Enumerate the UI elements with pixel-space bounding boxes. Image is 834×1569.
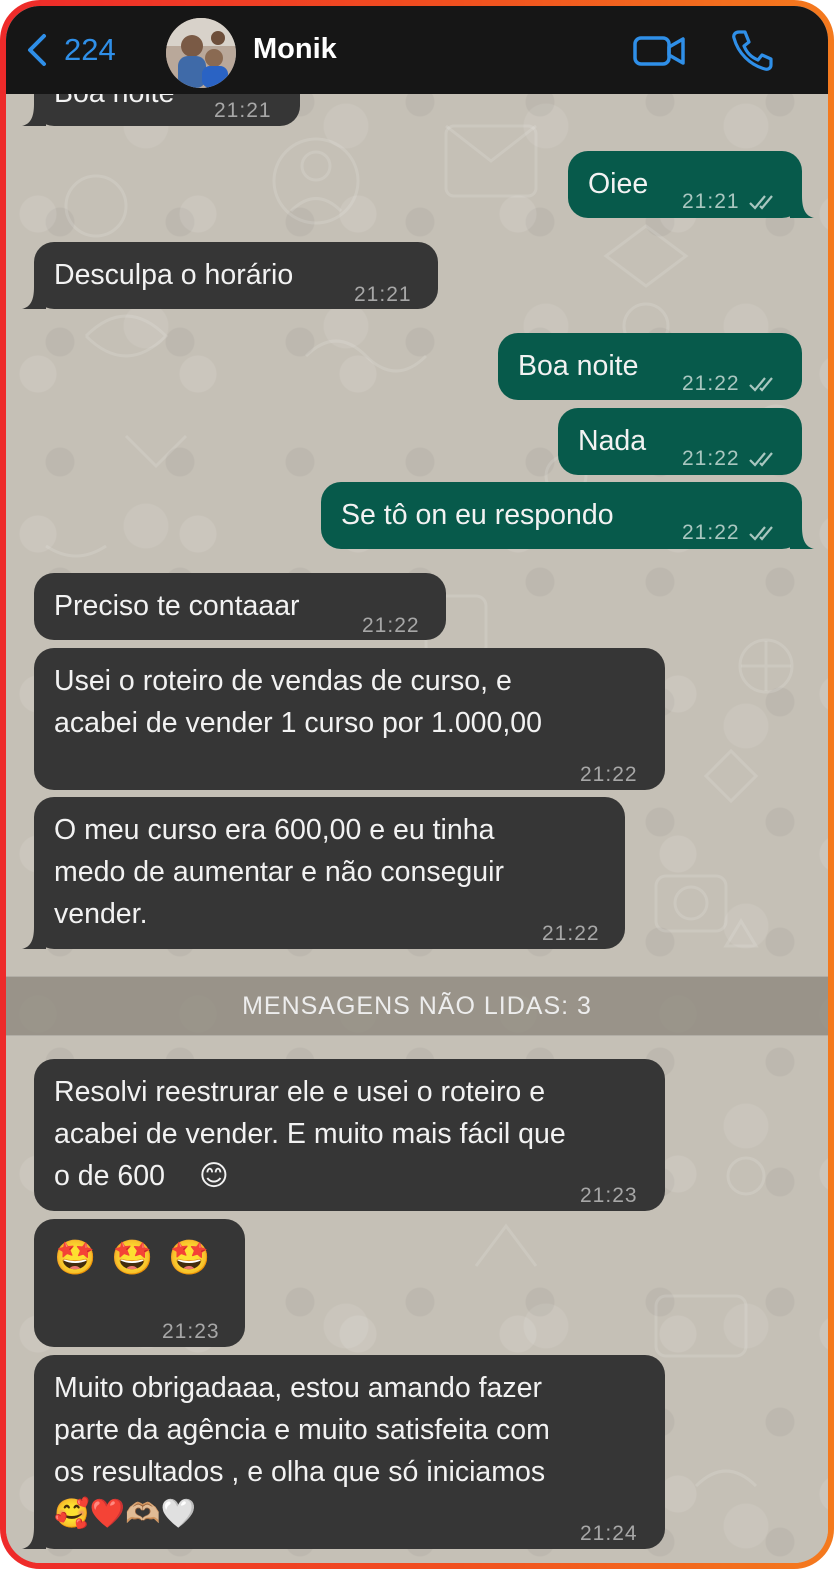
message-bubble-incoming[interactable]: Resolvi reestrurar ele e usei o roteiro … — [34, 1059, 665, 1211]
message-time: 21:22 — [682, 372, 740, 395]
contact-name[interactable]: Monik — [253, 33, 337, 66]
bubble-tail — [790, 196, 814, 218]
message-text: Boa noite — [518, 350, 639, 382]
back-button[interactable]: 224 — [26, 28, 116, 72]
message-meta: 21:21 — [682, 181, 778, 223]
message-bubble-outgoing[interactable]: Oiee 21:21 — [568, 151, 814, 218]
message-bubble-outgoing[interactable]: Boa noite 21:22 — [498, 333, 802, 400]
message-text-line: parte da agência e muito satisfeita com — [54, 1414, 550, 1446]
message-time: 21:22 — [362, 614, 420, 637]
message-bubble-incoming[interactable]: Desculpa o horário 21:21 — [22, 242, 438, 309]
message-time: 21:24 — [580, 1522, 638, 1545]
message-bubble-incoming[interactable]: Muito obrigadaaa, estou amando fazer par… — [22, 1355, 665, 1549]
message-text: Preciso te contaaar — [54, 590, 300, 622]
message-time: 21:22 — [580, 763, 638, 786]
double-check-icon — [748, 452, 773, 467]
double-check-icon — [748, 526, 773, 541]
message-bubble-incoming[interactable]: Usei o roteiro de vendas de curso, e aca… — [34, 648, 665, 790]
message-text-line: Usei o roteiro de vendas de curso, e — [54, 665, 512, 697]
message-text-line: vender. — [54, 898, 148, 930]
message-time: 21:23 — [580, 1184, 638, 1207]
message-text-line: acabei de vender. E muito mais fácil que — [54, 1118, 566, 1150]
star-struck-emoji-row: 🤩 🤩 🤩 — [54, 1238, 213, 1278]
message-meta: 21:22 — [682, 438, 778, 480]
message-bubble-outgoing[interactable]: Se tô on eu respondo 21:22 — [321, 482, 814, 549]
message-meta: 21:22 — [682, 363, 778, 405]
message-text-line: Muito obrigadaaa, estou amando fazer — [54, 1372, 542, 1404]
double-check-icon — [748, 377, 773, 392]
message-bubble-incoming[interactable]: O meu curso era 600,00 e eu tinha medo d… — [22, 797, 625, 949]
message-text-line: medo de aumentar e não conseguir — [54, 856, 504, 888]
message-text: Oiee — [588, 168, 649, 200]
device-frame: 224 Monik 21:21 Oiee 21:21 Desculpa o ho… — [0, 0, 834, 1569]
message-text: Nada — [578, 425, 647, 457]
message-time: 21:21 — [214, 99, 272, 122]
message-text-line: O meu curso era 600,00 e eu tinha — [54, 814, 495, 846]
message-time: 21:23 — [162, 1320, 220, 1343]
bubble-tail — [22, 1527, 46, 1549]
unread-messages-banner: MENSAGENS NÃO LIDAS: 3 — [6, 976, 828, 1036]
bubble-tail — [22, 927, 46, 949]
phone-icon[interactable] — [730, 28, 774, 72]
bubble-tail — [22, 104, 46, 126]
message-text-line: o de 600 — [54, 1160, 165, 1192]
chat-screen: 224 Monik 21:21 Oiee 21:21 Desculpa o ho… — [6, 6, 828, 1563]
bubble-tail — [22, 287, 46, 309]
smiling-face-emoji: 😊 — [199, 1159, 229, 1192]
message-bubble-incoming[interactable]: Preciso te contaaar 21:22 — [34, 573, 446, 640]
message-time: 21:21 — [354, 283, 412, 306]
message-time: 21:21 — [682, 190, 740, 213]
emoji-line: 🥰❤️🫶🏼🤍 — [54, 1497, 196, 1530]
avatar[interactable] — [166, 18, 236, 88]
message-text-line: os resultados , e olha que só iniciamos — [54, 1456, 546, 1488]
message-time: 21:22 — [682, 447, 740, 470]
message-text-line: Resolvi reestrurar ele e usei o roteiro … — [54, 1076, 546, 1108]
message-bubble-incoming[interactable]: 🤩 🤩 🤩 21:23 — [34, 1219, 245, 1347]
message-bubble-outgoing[interactable]: Nada 21:22 — [558, 408, 802, 475]
video-camera-icon[interactable] — [632, 33, 686, 69]
chevron-left-icon — [28, 34, 46, 66]
unread-chats-count: 224 — [64, 32, 116, 67]
message-time: 21:22 — [682, 521, 740, 544]
message-time: 21:22 — [542, 922, 600, 945]
message-text: Se tô on eu respondo — [341, 499, 614, 531]
message-text-line: acabei de vender 1 curso por 1.000,00 — [54, 707, 543, 739]
bubble-tail — [790, 527, 814, 549]
double-check-icon — [748, 195, 773, 210]
chat-header: 224 Monik — [6, 6, 828, 94]
message-meta: 21:22 — [682, 512, 778, 554]
message-text: Desculpa o horário — [54, 259, 294, 291]
